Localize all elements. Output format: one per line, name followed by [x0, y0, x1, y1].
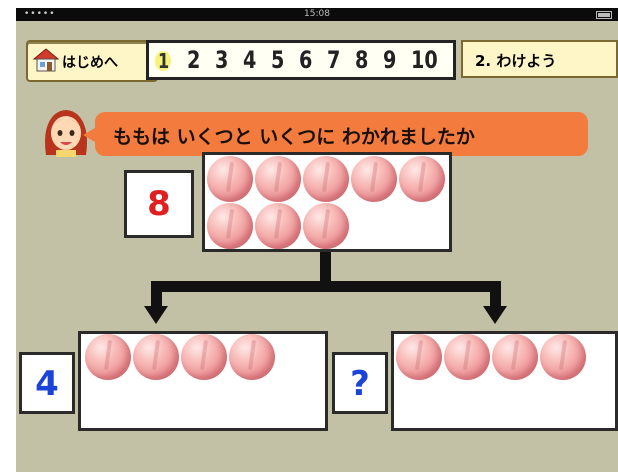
peach-icon: [207, 156, 253, 202]
level-9[interactable]: 9: [383, 46, 396, 74]
level-7[interactable]: 7: [327, 46, 340, 74]
peach-icon: [351, 156, 397, 202]
level-8[interactable]: 8: [355, 46, 368, 74]
total-number-box: 8: [124, 170, 194, 238]
peach-icon: [399, 156, 445, 202]
battery-icon: [596, 11, 612, 19]
peach-icon: [181, 334, 227, 380]
level-5[interactable]: 5: [271, 46, 284, 74]
level-selector: 1 2 3 4 5 6 7 8 9 10: [146, 40, 456, 80]
peach-icon: [540, 334, 586, 380]
level-6[interactable]: 6: [299, 46, 312, 74]
total-number: 8: [147, 184, 171, 224]
level-3[interactable]: 3: [215, 46, 228, 74]
total-peach-panel: [202, 152, 452, 252]
left-number: 4: [35, 364, 59, 404]
peach-icon: [444, 334, 490, 380]
peach-icon: [207, 203, 253, 249]
peach-icon: [229, 334, 275, 380]
level-4[interactable]: 4: [243, 46, 256, 74]
status-bar: ••••• 15:08: [16, 8, 618, 21]
home-button-label: はじめへ: [62, 55, 118, 71]
app-area: はじめへ 1 2 3 4 5 6 7 8 9 10 2. わけよう ももは いく…: [16, 21, 618, 472]
home-button[interactable]: はじめへ: [26, 40, 158, 82]
level-1[interactable]: 1: [158, 49, 169, 73]
split-arrow-bar: [151, 281, 501, 292]
peach-icon: [133, 334, 179, 380]
question-bubble: ももは いくつと いくつに わかれましたか: [83, 112, 588, 156]
left-arrow-stem: [151, 281, 162, 309]
peach-icon: [396, 334, 442, 380]
level-2[interactable]: 2: [187, 46, 200, 74]
peach-icon: [492, 334, 538, 380]
peach-icon: [85, 334, 131, 380]
right-arrowhead-icon: [483, 306, 507, 324]
question-text: ももは いくつと いくつに わかれましたか: [113, 126, 475, 148]
next-section-button[interactable]: 2. わけよう: [461, 40, 618, 78]
level-10[interactable]: 10: [411, 46, 438, 74]
house-icon: [32, 48, 60, 72]
right-arrow-stem: [490, 281, 501, 309]
answer-box[interactable]: ?: [332, 352, 388, 414]
peach-icon: [303, 203, 349, 249]
left-peach-panel: [78, 331, 328, 431]
peach-icon: [255, 203, 301, 249]
screen: ••••• 15:08 はじめへ 1 2 3 4 5 6 7 8 9 10 2.…: [0, 0, 618, 472]
status-time: 15:08: [304, 9, 330, 19]
top-toolbar: はじめへ 1 2 3 4 5 6 7 8 9 10 2. わけよう: [16, 21, 618, 82]
left-number-box: 4: [19, 352, 75, 414]
peach-icon: [255, 156, 301, 202]
peach-icon: [303, 156, 349, 202]
next-section-label: 2. わけよう: [475, 52, 557, 70]
answer-placeholder: ?: [350, 364, 370, 404]
right-peach-panel: [391, 331, 618, 431]
left-arrowhead-icon: [144, 306, 168, 324]
